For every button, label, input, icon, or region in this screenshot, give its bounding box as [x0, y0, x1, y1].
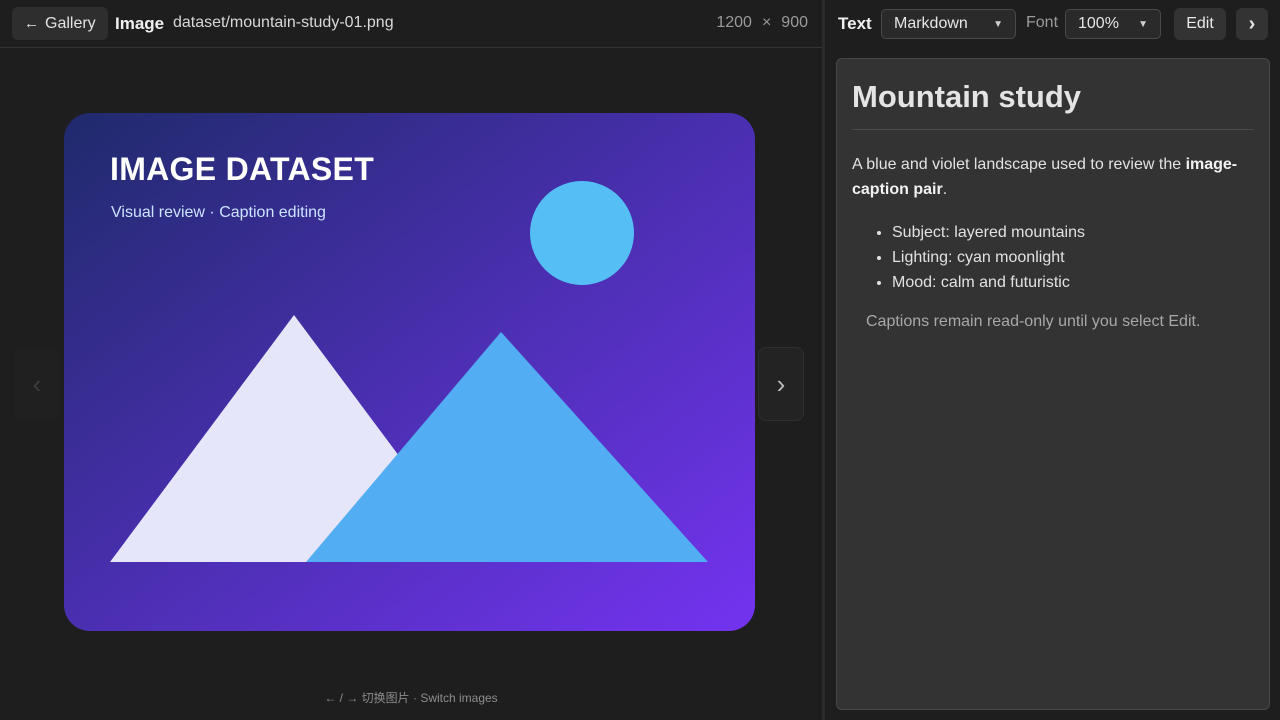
image-height: 900	[781, 14, 808, 31]
caption-intro: A blue and violet landscape used to revi…	[852, 152, 1254, 202]
viewer-header: ← Gallery Image dataset/mountain-study-0…	[0, 0, 822, 48]
back-to-gallery-button[interactable]: ← Gallery	[12, 7, 108, 40]
image-width: 1200	[716, 14, 752, 31]
caption-note: Captions remain read-only until you sele…	[866, 313, 1201, 330]
dimension-separator: ×	[761, 14, 772, 31]
image-preview: IMAGE DATASET Visual review · Caption ed…	[64, 113, 755, 631]
next-image-button[interactable]: ›	[758, 347, 804, 421]
image-dimensions: 1200 × 900	[716, 14, 808, 32]
list-item: Subject: layered mountains	[892, 220, 1254, 245]
image-section-label: Image	[115, 14, 165, 33]
list-item: Mood: calm and futuristic	[892, 270, 1254, 295]
caption-preview: Mountain study A blue and violet landsca…	[836, 58, 1270, 710]
chevron-down-icon: ▼	[1138, 18, 1148, 30]
caption-intro-end: .	[942, 181, 948, 198]
caption-bullet-list: Subject: layered mountains Lighting: cya…	[892, 220, 1254, 295]
format-select-value: Markdown	[894, 15, 968, 32]
image-subtitle-text: Visual review · Caption editing	[111, 204, 326, 221]
collapse-panel-button[interactable]: ›	[1236, 8, 1268, 40]
caption-intro-text: A blue and violet landscape used to revi…	[852, 156, 1186, 173]
font-size-select[interactable]: 100% ▼	[1065, 9, 1161, 39]
arrow-left-icon: ←	[24, 15, 39, 32]
format-select[interactable]: Markdown ▼	[881, 9, 1016, 39]
gallery-button-label: Gallery	[45, 14, 96, 32]
chevron-left-icon: ‹	[32, 368, 42, 399]
moon-shape	[530, 181, 634, 285]
image-file-path: dataset/mountain-study-01.png	[173, 14, 394, 31]
image-title-text: IMAGE DATASET	[110, 151, 375, 187]
chevron-right-icon: ›	[776, 368, 786, 399]
caption-heading: Mountain study	[852, 79, 1254, 130]
image-viewer-pane: ← Gallery Image dataset/mountain-study-0…	[0, 0, 822, 720]
text-section-label: Text	[838, 14, 872, 33]
font-size-label: Font	[1026, 14, 1059, 31]
app-window: ← Gallery Image dataset/mountain-study-0…	[0, 0, 1280, 720]
chevron-down-icon: ▼	[993, 18, 1003, 30]
edit-button[interactable]: Edit	[1174, 8, 1226, 40]
chevron-right-icon: ›	[1248, 12, 1256, 35]
previous-image-button[interactable]: ‹	[14, 347, 60, 421]
keyboard-hint: ← / → 切换图片 · Switch images	[324, 691, 498, 705]
caption-toolbar: Text Markdown ▼ Font 100% ▼ Edit ›	[825, 0, 1280, 48]
image-stage: ‹ IMAGE DATASET Visual review · Caption …	[0, 49, 822, 720]
font-size-select-value: 100%	[1078, 15, 1119, 32]
list-item: Lighting: cyan moonlight	[892, 245, 1254, 270]
caption-pane: Text Markdown ▼ Font 100% ▼ Edit › Mount…	[825, 0, 1280, 720]
mountain-illustration	[64, 113, 755, 631]
